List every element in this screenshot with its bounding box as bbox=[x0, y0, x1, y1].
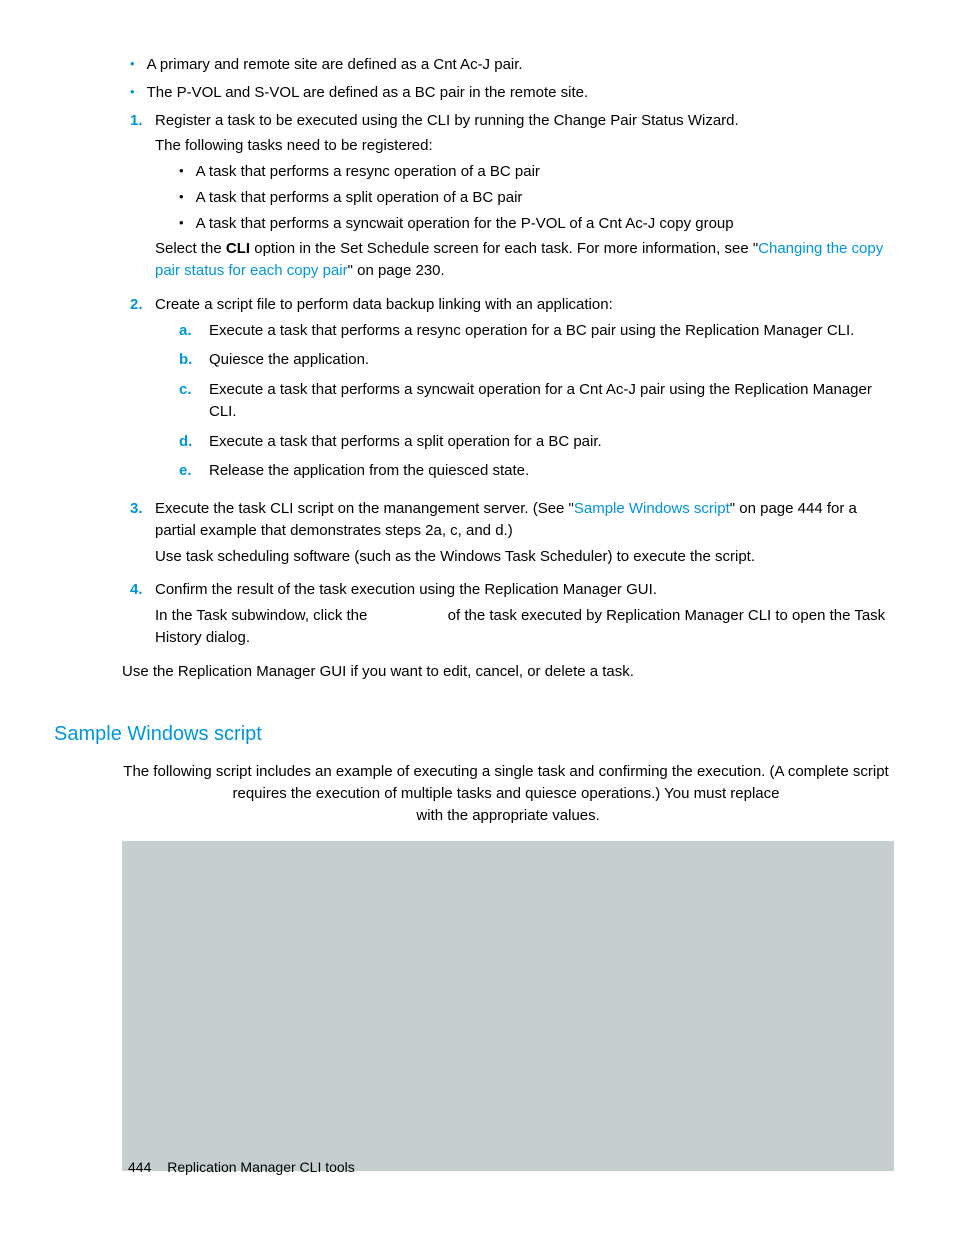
step-number: 2. bbox=[130, 294, 145, 490]
page-number: 444 bbox=[128, 1159, 151, 1175]
alpha-marker: e. bbox=[179, 460, 209, 482]
bullet-text: A task that performs a split operation o… bbox=[196, 187, 523, 209]
step-2: 2. Create a script file to perform data … bbox=[130, 294, 894, 490]
alpha-text: Execute a task that performs a resync op… bbox=[209, 320, 854, 342]
alpha-text: Release the application from the quiesce… bbox=[209, 460, 529, 482]
step-body: Execute the task CLI script on the manan… bbox=[155, 498, 894, 571]
code-sample-block bbox=[122, 841, 894, 1171]
step-1: 1. Register a task to be executed using … bbox=[130, 110, 894, 286]
step-lead: Execute the task CLI script on the manan… bbox=[155, 498, 894, 542]
list-item: a.Execute a task that performs a resync … bbox=[179, 320, 894, 342]
bullet-icon: • bbox=[130, 82, 135, 104]
list-item: • A task that performs a split operation … bbox=[179, 187, 894, 209]
alpha-text: Execute a task that performs a syncwait … bbox=[209, 379, 894, 423]
bullet-icon: • bbox=[179, 161, 184, 183]
list-item: • A task that performs a syncwait operati… bbox=[179, 213, 894, 235]
list-item: • A primary and remote site are defined … bbox=[130, 54, 894, 76]
step-number: 4. bbox=[130, 579, 145, 652]
cli-bold: CLI bbox=[226, 240, 250, 257]
alpha-marker: d. bbox=[179, 431, 209, 453]
list-item: • The P-VOL and S-VOL are defined as a B… bbox=[130, 82, 894, 104]
step-body: Create a script file to perform data bac… bbox=[155, 294, 894, 490]
bullet-text: A task that performs a resync operation … bbox=[196, 161, 540, 183]
alpha-text: Quiesce the application. bbox=[209, 349, 369, 371]
step-number: 1. bbox=[130, 110, 145, 286]
step-number: 3. bbox=[130, 498, 145, 571]
list-item: • A task that performs a resync operation… bbox=[179, 161, 894, 183]
alpha-marker: b. bbox=[179, 349, 209, 371]
link-sample-windows-script[interactable]: Sample Windows script bbox=[574, 500, 730, 517]
sub-bullet-list: • A task that performs a resync operation… bbox=[179, 161, 894, 234]
alpha-marker: c. bbox=[179, 379, 209, 423]
step-tail: Select the CLI option in the Set Schedul… bbox=[155, 238, 894, 282]
alpha-list: a.Execute a task that performs a resync … bbox=[179, 320, 894, 483]
step-lead: Create a script file to perform data bac… bbox=[155, 294, 894, 316]
list-item: c.Execute a task that performs a syncwai… bbox=[179, 379, 894, 423]
step-lead: Register a task to be executed using the… bbox=[155, 110, 894, 132]
step-body: Confirm the result of the task execution… bbox=[155, 579, 894, 652]
ordered-steps: 1. Register a task to be executed using … bbox=[130, 110, 894, 653]
section-heading: Sample Windows script bbox=[54, 720, 894, 749]
alpha-text: Execute a task that performs a split ope… bbox=[209, 431, 602, 453]
top-bullet-list: • A primary and remote site are defined … bbox=[130, 54, 894, 104]
closing-paragraph: Use the Replication Manager GUI if you w… bbox=[122, 661, 894, 683]
step-3: 3. Execute the task CLI script on the ma… bbox=[130, 498, 894, 571]
step-lead: Confirm the result of the task execution… bbox=[155, 579, 894, 601]
step-para: The following tasks need to be registere… bbox=[155, 135, 894, 157]
list-item: e.Release the application from the quies… bbox=[179, 460, 894, 482]
step-para: In the Task subwindow, click the of the … bbox=[155, 605, 894, 649]
list-item: b.Quiesce the application. bbox=[179, 349, 894, 371]
bullet-icon: • bbox=[179, 187, 184, 209]
bullet-icon: • bbox=[130, 54, 135, 76]
alpha-marker: a. bbox=[179, 320, 209, 342]
step-4: 4. Confirm the result of the task execut… bbox=[130, 579, 894, 652]
bullet-text: A task that performs a syncwait operatio… bbox=[196, 213, 734, 235]
page-footer: 444 Replication Manager CLI tools bbox=[128, 1157, 355, 1177]
bullet-text: A primary and remote site are defined as… bbox=[147, 54, 523, 76]
step-body: Register a task to be executed using the… bbox=[155, 110, 894, 286]
section-intro: The following script includes an example… bbox=[122, 761, 890, 826]
list-item: d.Execute a task that performs a split o… bbox=[179, 431, 894, 453]
footer-title: Replication Manager CLI tools bbox=[167, 1159, 355, 1175]
bullet-text: The P-VOL and S-VOL are defined as a BC … bbox=[147, 82, 589, 104]
step-para: Use task scheduling software (such as th… bbox=[155, 546, 894, 568]
bullet-icon: • bbox=[179, 213, 184, 235]
